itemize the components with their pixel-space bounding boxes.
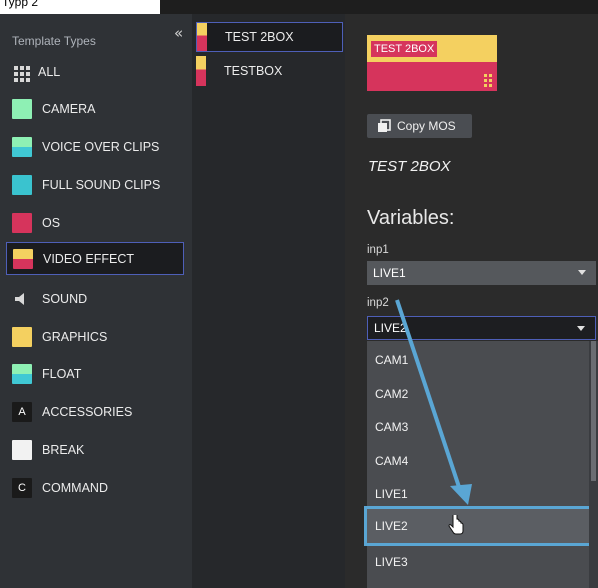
sidebar-item-label: OS: [42, 216, 61, 230]
sidebar-item-label: CAMERA: [42, 102, 96, 116]
copy-icon: [377, 119, 391, 133]
copy-mos-button[interactable]: Copy MOS: [367, 114, 472, 138]
accessories-letter-icon: A: [12, 402, 32, 422]
hand-cursor-icon: [448, 515, 464, 535]
camera-swatch-icon: [12, 99, 32, 119]
sidebar-item-label: BREAK: [42, 443, 85, 457]
float-swatch-icon: [12, 364, 32, 384]
sidebar-item-label: FLOAT: [42, 367, 82, 381]
sidebar-item-label: COMMAND: [42, 481, 108, 495]
template-item-testbox[interactable]: TESTBOX: [196, 56, 343, 86]
template-color-bar: [197, 23, 207, 51]
sidebar-item-os[interactable]: OS: [6, 208, 184, 238]
sidebar-item-label: VIDEO EFFECT: [43, 251, 134, 266]
sidebar-item-label: FULL SOUND CLIPS: [42, 178, 161, 192]
template-color-bar: [196, 56, 206, 86]
drag-handle-icon: [484, 74, 492, 87]
command-letter-icon: C: [12, 478, 32, 498]
variable-label-inp1: inp1: [367, 244, 389, 256]
speaker-icon: [12, 289, 32, 309]
dropdown-option-live3[interactable]: LIVE3: [367, 545, 589, 579]
template-preview: TEST 2BOX: [367, 35, 497, 91]
inp2-value: LIVE2: [374, 321, 407, 335]
grid-icon: [12, 64, 30, 82]
sidebar-item-label: VOICE OVER CLIPS: [42, 140, 160, 154]
graphics-swatch-icon: [12, 327, 32, 347]
sidebar-item-label: ALL: [38, 65, 61, 79]
header-label-box: Typp 2: [0, 0, 160, 14]
sidebar-item-accessories[interactable]: A ACCESSORIES: [6, 397, 184, 427]
template-item-test-2box[interactable]: TEST 2BOX: [196, 22, 343, 52]
chevron-down-icon: [577, 326, 585, 331]
full-sound-swatch-icon: [12, 175, 32, 195]
dropdown-option-cam3[interactable]: CAM3: [367, 410, 589, 444]
inp2-select[interactable]: LIVE2: [367, 316, 596, 340]
template-label: TEST 2BOX: [225, 30, 294, 44]
copy-mos-label: Copy MOS: [397, 119, 456, 133]
sidebar-item-all[interactable]: ALL: [6, 57, 184, 87]
sidebar-item-voice-over-clips[interactable]: VOICE OVER CLIPS: [6, 132, 184, 162]
template-name: TEST 2BOX: [368, 158, 451, 175]
sidebar-title: Template Types: [12, 34, 96, 48]
sidebar-item-label: SOUND: [42, 292, 88, 306]
sidebar-item-graphics[interactable]: GRAPHICS: [6, 322, 184, 352]
header-label: Typp 2: [2, 0, 39, 9]
inp1-value: LIVE1: [373, 266, 406, 280]
sidebar-item-full-sound-clips[interactable]: FULL SOUND CLIPS: [6, 170, 184, 200]
voice-over-swatch-icon: [12, 137, 32, 157]
dropdown-option-cam2[interactable]: CAM2: [367, 377, 589, 411]
dropdown-option-cam4[interactable]: CAM4: [367, 444, 589, 478]
variable-label-inp2: inp2: [367, 297, 389, 309]
video-effect-swatch-icon: [13, 248, 33, 269]
dropdown-option-cam1[interactable]: CAM1: [367, 343, 589, 377]
template-label: TESTBOX: [224, 64, 283, 78]
inp1-select[interactable]: LIVE1: [367, 261, 596, 285]
dropdown-scrollbar-thumb[interactable]: [591, 341, 596, 481]
variables-heading: Variables:: [367, 207, 455, 229]
os-swatch-icon: [12, 213, 32, 233]
dropdown-option-live2[interactable]: LIVE2: [364, 506, 592, 546]
sidebar-item-float[interactable]: FLOAT: [6, 359, 184, 389]
template-list: [192, 14, 345, 588]
preview-label: TEST 2BOX: [371, 41, 438, 57]
sidebar-item-command[interactable]: C COMMAND: [6, 473, 184, 503]
collapse-sidebar-icon[interactable]: «: [174, 24, 183, 42]
sidebar-item-video-effect[interactable]: VIDEO EFFECT: [6, 242, 184, 275]
sidebar-item-sound[interactable]: SOUND: [6, 284, 184, 314]
sidebar-item-camera[interactable]: CAMERA: [6, 94, 184, 124]
sidebar-item-label: ACCESSORIES: [42, 405, 133, 419]
sidebar-item-label: GRAPHICS: [42, 330, 108, 344]
option-label: LIVE2: [375, 519, 408, 533]
break-swatch-icon: [12, 440, 32, 460]
sidebar-item-break[interactable]: BREAK: [6, 435, 184, 465]
chevron-down-icon: [578, 270, 586, 275]
